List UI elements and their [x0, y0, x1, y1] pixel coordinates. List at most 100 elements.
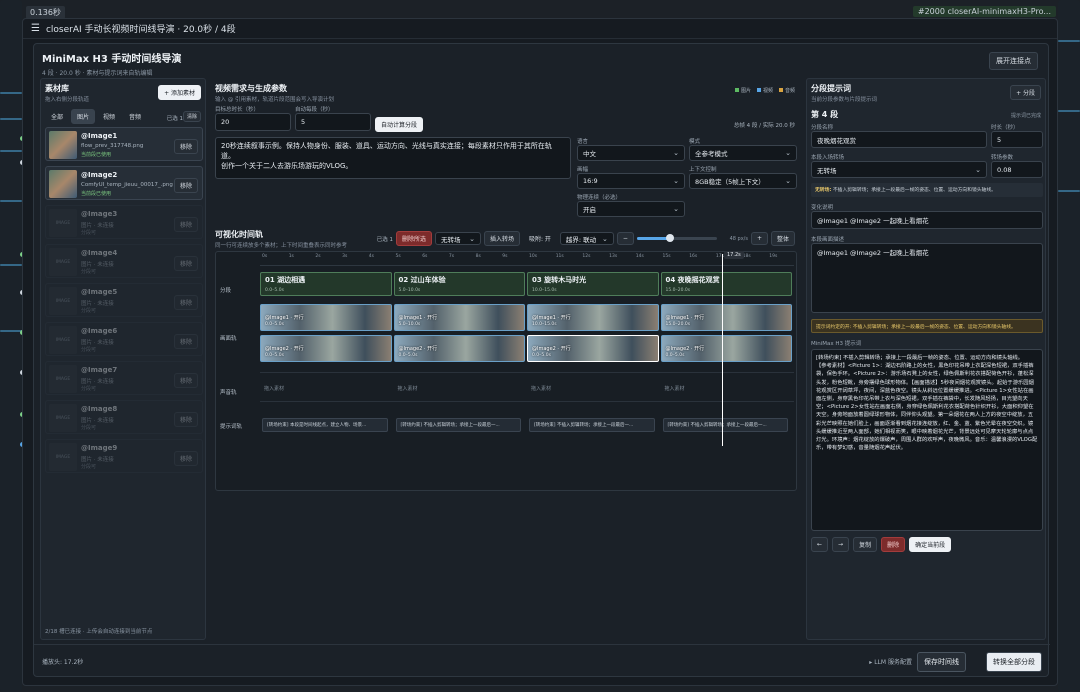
auto-segment-input[interactable]: 5: [295, 113, 371, 131]
playhead[interactable]: [722, 254, 723, 446]
prompt-chip[interactable]: [转场约束] 不插入剪辑转场；承接上一段最后一...: [395, 418, 521, 432]
audio-drop-hint[interactable]: 拖入素材: [531, 385, 551, 392]
connection-wire: [0, 92, 22, 94]
convert-all-button[interactable]: 转换全部分段: [986, 652, 1042, 672]
asset-item[interactable]: IMAGE @Image6 图片 · 未连接 分段可 移除: [45, 322, 203, 356]
remove-asset-button[interactable]: 移除: [173, 256, 198, 271]
zoom-out-button[interactable]: −: [616, 232, 634, 245]
remove-asset-button[interactable]: 移除: [173, 178, 198, 193]
segment-transition-select[interactable]: 无转场: [811, 161, 987, 178]
copy-segment-button[interactable]: 复制: [853, 537, 878, 552]
asset-item[interactable]: IMAGE @Image5 图片 · 未连接 分段可 移除: [45, 283, 203, 317]
prompt-chip[interactable]: [转场约束] 本段是时间线起点，建立人物、场景...: [262, 418, 388, 432]
row-label-video: 画面轨: [220, 336, 237, 342]
remove-asset-button[interactable]: 移除: [173, 334, 198, 349]
delete-selected-button[interactable]: 删除所选: [395, 231, 432, 246]
segment-duration-input[interactable]: 5: [991, 131, 1043, 148]
menu-icon[interactable]: ☰: [31, 23, 40, 34]
context-select[interactable]: 8GB稳定（5帧上下文）: [689, 173, 797, 189]
asset-thumbnail: IMAGE: [49, 287, 77, 315]
clip-range: 0.0–5.0s: [265, 322, 284, 327]
span-mode-select[interactable]: 越界: 联动: [559, 232, 614, 245]
audio-track[interactable]: 拖入素材 拖入素材 拖入素材 拖入素材: [260, 372, 794, 402]
segment-range: 10.0–15.0s: [532, 288, 557, 293]
audio-drop-hint[interactable]: 拖入素材: [665, 385, 685, 392]
library-footer: 2/18 槽已连接 · 上传会自动连接到当前节点: [45, 629, 153, 635]
tab-images[interactable]: 图片: [71, 109, 96, 124]
timeline-segment[interactable]: 04 夜晚摇花观赏 15.0–20.0s: [660, 272, 792, 296]
zoom-slider-thumb[interactable]: [665, 234, 674, 242]
prompt-chip[interactable]: [转场约束] 不插入剪辑转场；承接上一段最后一...: [662, 418, 788, 432]
timeline-segment[interactable]: 03 旋转木马时光 10.0–15.0s: [527, 272, 659, 296]
ruler-tick-label: 15s: [662, 254, 671, 259]
tab-videos[interactable]: 视频: [97, 109, 121, 124]
auto-calc-button[interactable]: 自动计算分段: [375, 117, 424, 132]
transition-note: 无转场: 不插入剪辑转场；承接上一段最后一帧的姿态、位置、运动方向和镜头轴线。: [811, 183, 1043, 197]
video-clip[interactable]: @Image2 · 开行 0.0–5.0s: [660, 335, 792, 362]
zoom-in-button[interactable]: +: [750, 232, 768, 245]
asset-item[interactable]: @Image1 flow_prev_317748.png 当前段已使用 移除: [45, 127, 203, 161]
remove-asset-button[interactable]: 移除: [173, 373, 198, 388]
h3-prompt-textarea[interactable]: [转场约束] 不插入剪辑转场；承接上一段最后一帧的姿态、位置、运动方向和镜头轴线…: [811, 349, 1043, 531]
change-summary-input[interactable]: @Image1 @Image2 一起晚上看烟花: [811, 211, 1043, 229]
remove-asset-button[interactable]: 移除: [173, 295, 198, 310]
segment-name-input[interactable]: 夜晚烟花观赏: [811, 131, 987, 148]
expand-connections-button[interactable]: 展开连接点: [989, 52, 1038, 70]
ruler-tick-label: 10s: [529, 254, 538, 259]
add-segment-button[interactable]: + 分段: [1010, 85, 1041, 100]
asset-thumbnail: IMAGE: [49, 248, 77, 276]
asset-thumbnail: [49, 131, 77, 159]
transition-select[interactable]: 无转场: [434, 232, 481, 245]
remove-asset-button[interactable]: 移除: [173, 412, 198, 427]
prev-segment-button[interactable]: ←: [811, 537, 829, 552]
save-timeline-button[interactable]: 保存时间线: [917, 652, 966, 672]
video-clip[interactable]: @Image1 · 开行 0.0–5.0s: [260, 304, 392, 331]
timeline-segment[interactable]: 01 湖边相遇 0.0–5.0s: [260, 272, 392, 296]
asset-item[interactable]: @Image2 ComfyUI_temp_jieuu_00017_.png 当前段已…: [45, 166, 203, 200]
add-asset-button[interactable]: + 添加素材: [158, 85, 201, 100]
insert-transition-button[interactable]: 插入转场: [483, 231, 520, 246]
target-duration-input[interactable]: 20: [215, 113, 291, 131]
transition-strength-input[interactable]: 0.08: [991, 161, 1043, 178]
selected-count: 已选 1: [166, 116, 183, 122]
asset-item[interactable]: IMAGE @Image7 图片 · 未连接 分段可 移除: [45, 361, 203, 395]
video-clip[interactable]: @Image2 · 开行 0.0–5.0s: [527, 335, 659, 362]
video-prompt-textarea[interactable]: 20秒连续叙事示例。保持人物身份、服装、道具、运动方向、光线与真实连接；每段素材…: [215, 137, 571, 179]
language-select[interactable]: 中文: [577, 145, 685, 161]
scene-desc-textarea[interactable]: @Image1 @Image2 一起晚上看烟花: [811, 243, 1043, 313]
asset-item[interactable]: IMAGE @Image3 图片 · 未连接 分段可 移除: [45, 205, 203, 239]
video-clip[interactable]: @Image1 · 开行 5.0–10.0s: [393, 304, 525, 331]
tab-all[interactable]: 全部: [45, 109, 69, 124]
llm-config-link[interactable]: ▸ LLM 服务配置: [869, 657, 912, 666]
asset-item[interactable]: IMAGE @Image4 图片 · 未连接 分段可 移除: [45, 244, 203, 278]
delete-segment-button[interactable]: 删除: [881, 537, 906, 552]
video-track: @Image1 · 开行 0.0–5.0s @Image1 · 开行 5.0–10.0…: [260, 304, 794, 366]
prompt-track: [转场约束] 本段是时间线起点，建立人物、场景... [转场约束] 不插入剪辑转场…: [260, 412, 794, 438]
asset-item[interactable]: IMAGE @Image9 图片 · 未连接 分段可 移除: [45, 439, 203, 473]
zoom-slider[interactable]: [636, 234, 717, 242]
clear-selection-button[interactable]: 清除: [182, 111, 201, 122]
remove-asset-button[interactable]: 移除: [173, 139, 198, 154]
video-clip[interactable]: @Image1 · 开行 10.0–15.0s: [527, 304, 659, 331]
fit-timeline-button[interactable]: 整体: [770, 231, 795, 246]
mode-select[interactable]: 全参考模式: [689, 145, 797, 161]
audio-drop-hint[interactable]: 拖入素材: [264, 385, 284, 392]
prompt-chip[interactable]: [转场约束] 不插入剪辑转场；承接上一段最后一...: [529, 418, 655, 432]
snap-toggle[interactable]: 吸附: 开: [523, 231, 557, 246]
video-clip[interactable]: @Image2 · 开行 0.0–5.0s: [393, 335, 525, 362]
audio-drop-hint[interactable]: 拖入素材: [398, 385, 418, 392]
asset-library-panel: 素材库 拖入右侧分段轨道 + 添加素材 全部 图片 视频 音频 已选 1 清除 …: [40, 78, 206, 640]
ruler-tick-label: 4s: [368, 254, 375, 259]
confirm-segment-button[interactable]: 确定当前段: [909, 537, 952, 552]
background-node-right: [1058, 0, 1080, 692]
physics-select[interactable]: 开启: [577, 201, 685, 217]
remove-asset-button[interactable]: 移除: [173, 451, 198, 466]
asset-item[interactable]: IMAGE @Image8 图片 · 未连接 分段可 移除: [45, 400, 203, 434]
ratio-select[interactable]: 16:9: [577, 173, 685, 189]
remove-asset-button[interactable]: 移除: [173, 217, 198, 232]
tab-audio[interactable]: 音频: [123, 109, 147, 124]
timeline-segment[interactable]: 02 过山车体验 5.0–10.0s: [393, 272, 525, 296]
video-clip[interactable]: @Image1 · 开行 15.0–20.0s: [660, 304, 792, 331]
next-segment-button[interactable]: →: [832, 537, 850, 552]
video-clip[interactable]: @Image2 · 开行 0.0–5.0s: [260, 335, 392, 362]
